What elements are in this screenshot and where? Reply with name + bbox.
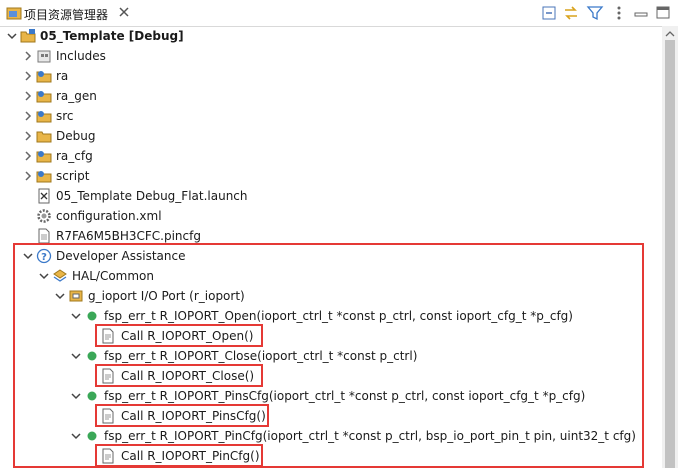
tree-item-label: Includes (56, 49, 106, 63)
source-folder-icon (36, 168, 52, 184)
chevron-right-icon[interactable] (22, 170, 34, 182)
source-folder-icon (36, 108, 52, 124)
tree-row-src[interactable]: src (0, 106, 662, 126)
project-explorer-icon (6, 5, 22, 24)
tree-row-debug[interactable]: Debug (0, 126, 662, 146)
project-label: 05_Template [Debug] (40, 29, 184, 43)
tree-item-label: 05_Template Debug_Flat.launch (56, 189, 248, 203)
function-signature: fsp_err_t R_IOPORT_Open(ioport_ctrl_t *c… (104, 309, 573, 323)
code-file-icon (100, 408, 116, 424)
source-folder-icon (36, 68, 52, 84)
function-dot-icon (84, 388, 100, 404)
tree-row-call[interactable]: Call R_IOPORT_PinCfg() (0, 446, 662, 466)
source-folder-icon (36, 148, 52, 164)
chevron-down-icon[interactable] (54, 290, 66, 302)
chevron-down-icon[interactable] (6, 30, 18, 42)
tree-row-ra-gen[interactable]: ra_gen (0, 86, 662, 106)
tree-item-label: R7FA6M5BH3CFC.pincfg (56, 229, 201, 243)
tree-row-pincfg[interactable]: R7FA6M5BH3CFC.pincfg (0, 226, 662, 246)
tree-item-label: script (56, 169, 90, 183)
tree-row-script[interactable]: script (0, 166, 662, 186)
tree-item-label: ra_cfg (56, 149, 93, 163)
chevron-down-icon[interactable] (70, 390, 82, 402)
chevron-down-icon[interactable] (70, 350, 82, 362)
chevron-right-icon[interactable] (22, 110, 34, 122)
tree-row-ra-cfg[interactable]: ra_cfg (0, 146, 662, 166)
chevron-down-icon[interactable] (22, 250, 34, 262)
folder-icon (36, 128, 52, 144)
function-signature: fsp_err_t R_IOPORT_PinCfg(ioport_ctrl_t … (104, 429, 636, 443)
tree-item-label: src (56, 109, 74, 123)
chevron-down-icon[interactable] (70, 310, 82, 322)
function-dot-icon (84, 428, 100, 444)
maximize-icon[interactable] (654, 4, 672, 22)
call-label: Call R_IOPORT_Open() (121, 329, 254, 343)
tree-row-function[interactable]: fsp_err_t R_IOPORT_Open(ioport_ctrl_t *c… (0, 306, 662, 326)
call-label: Call R_IOPORT_PinCfg() (121, 449, 260, 463)
chevron-right-icon[interactable] (22, 70, 34, 82)
function-dot-icon (84, 348, 100, 364)
filter-icon[interactable] (586, 4, 604, 22)
tree-row-call[interactable]: Call R_IOPORT_Close() (0, 366, 662, 386)
call-label: Call R_IOPORT_Close() (121, 369, 255, 383)
code-file-icon (100, 448, 116, 464)
launch-file-icon (36, 188, 52, 204)
tree-row-ioport[interactable]: g_ioport I/O Port (r_ioport) (0, 286, 662, 306)
view-menu-icon[interactable] (610, 4, 628, 22)
tree-row-launch[interactable]: 05_Template Debug_Flat.launch (0, 186, 662, 206)
function-signature: fsp_err_t R_IOPORT_PinsCfg(ioport_ctrl_t… (104, 389, 586, 403)
project-explorer-tab[interactable]: 项目资源管理器 (0, 0, 138, 26)
tree-row-includes[interactable]: Includes (0, 46, 662, 66)
tree-item-label: ra (56, 69, 69, 83)
gear-icon (36, 208, 52, 224)
tree-row-developer-assistance[interactable]: ? Developer Assistance (0, 246, 662, 266)
chevron-down-icon[interactable] (38, 270, 50, 282)
tree-item-label: g_ioport I/O Port (r_ioport) (88, 289, 245, 303)
tree-item-label: Debug (56, 129, 96, 143)
tree-item-label: Developer Assistance (56, 249, 186, 263)
stack-icon (52, 268, 68, 284)
code-file-icon (100, 368, 116, 384)
function-dot-icon (84, 308, 100, 324)
includes-icon (36, 48, 52, 64)
file-icon (36, 228, 52, 244)
tree-row-ra[interactable]: ra (0, 66, 662, 86)
tree-row-function[interactable]: fsp_err_t R_IOPORT_Close(ioport_ctrl_t *… (0, 346, 662, 366)
tree-row-function[interactable]: fsp_err_t R_IOPORT_PinCfg(ioport_ctrl_t … (0, 426, 662, 446)
tree-item-label: HAL/Common (72, 269, 155, 283)
source-folder-icon (36, 88, 52, 104)
chevron-right-icon[interactable] (22, 50, 34, 62)
chevron-right-icon[interactable] (22, 150, 34, 162)
tree-item-label: configuration.xml (56, 209, 162, 223)
tree-row-hal-common[interactable]: HAL/Common (0, 266, 662, 286)
project-icon (20, 28, 36, 44)
tree-row-function[interactable]: fsp_err_t R_IOPORT_PinsCfg(ioport_ctrl_t… (0, 386, 662, 406)
project-tree: 05_Template [Debug] Includes ra ra_gen s… (0, 26, 662, 468)
chevron-down-icon[interactable] (70, 430, 82, 442)
tab-title: 项目资源管理器 (24, 8, 109, 22)
scrollbar-thumb[interactable] (665, 40, 675, 468)
function-signature: fsp_err_t R_IOPORT_Close(ioport_ctrl_t *… (104, 349, 418, 363)
collapse-all-icon[interactable] (540, 4, 558, 22)
code-file-icon (100, 328, 116, 344)
chevron-right-icon[interactable] (22, 90, 34, 102)
close-icon[interactable] (117, 5, 131, 22)
module-icon (68, 288, 84, 304)
chevron-right-icon[interactable] (22, 130, 34, 142)
tree-item-label: ra_gen (56, 89, 97, 103)
view-header: 项目资源管理器 (0, 0, 678, 27)
link-with-editor-icon[interactable] (562, 4, 580, 22)
tree-row-call[interactable]: Call R_IOPORT_Open() (0, 326, 662, 346)
tree-row-configuration[interactable]: configuration.xml (0, 206, 662, 226)
call-label: Call R_IOPORT_PinsCfg() (121, 409, 266, 423)
tree-row-project[interactable]: 05_Template [Debug] (0, 26, 662, 46)
minimize-icon[interactable] (632, 4, 650, 22)
svg-text:?: ? (41, 252, 47, 263)
help-icon: ? (36, 248, 52, 264)
tree-row-call[interactable]: Call R_IOPORT_PinsCfg() (0, 406, 662, 426)
